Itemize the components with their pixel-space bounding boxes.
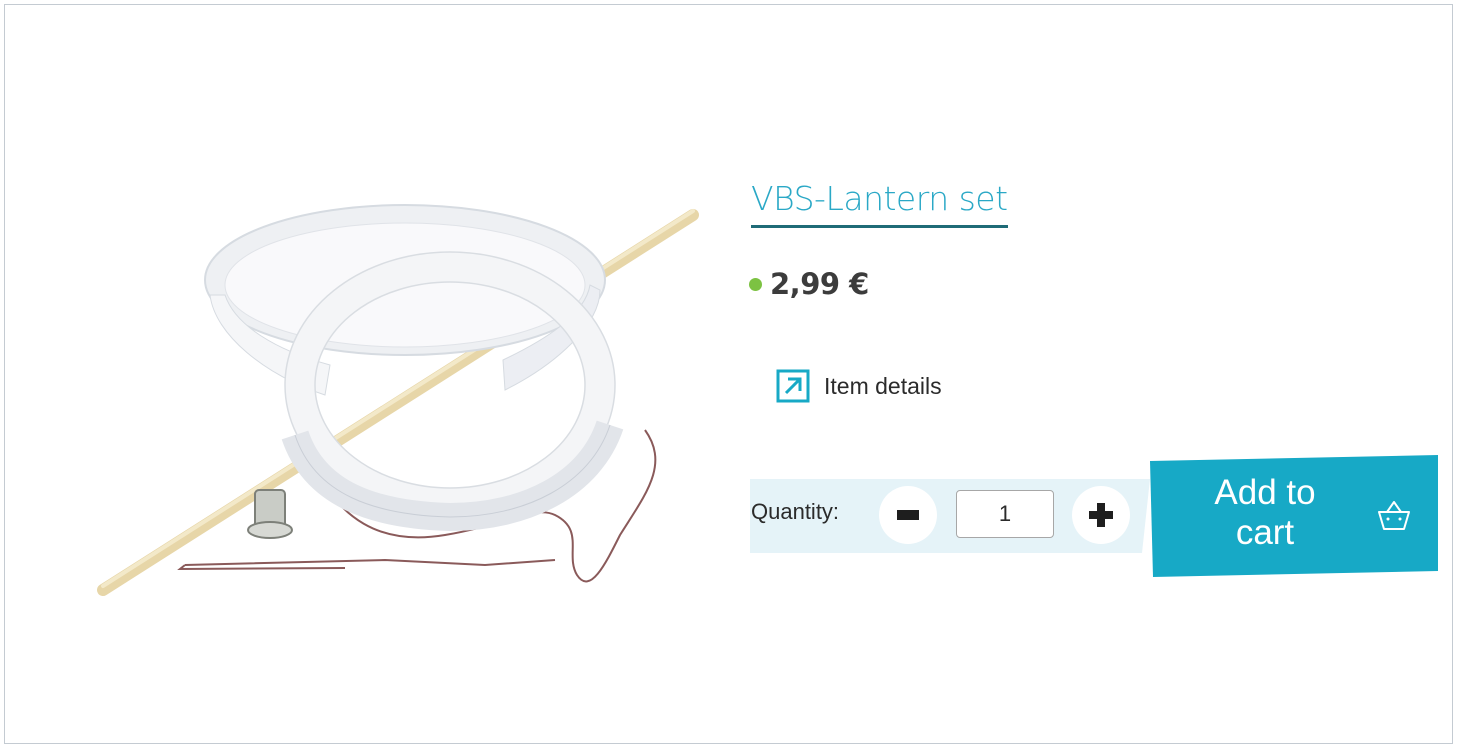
external-arrow-icon [776,369,810,403]
quantity-input[interactable] [956,490,1054,538]
add-to-cart-label: Add to cart [1214,473,1316,552]
availability-dot-icon [749,277,762,291]
price-row: 2,99 € [749,267,869,301]
product-image[interactable] [85,165,725,625]
product-price: 2,99 € [770,267,869,301]
quantity-label: Quantity: [751,499,840,524]
item-details-label: Item details [824,372,942,399]
basket-icon [1378,501,1410,530]
plus-icon [1089,503,1113,527]
item-details-link[interactable]: Item details [776,369,942,403]
quantity-increase-button[interactable] [1072,486,1130,544]
minus-icon [897,510,919,520]
quantity-decrease-button[interactable] [879,486,937,544]
add-to-cart-button[interactable]: Add to cart [1150,455,1438,577]
product-card: VBS-Lantern set 2,99 € Item details Quan… [4,4,1453,744]
product-title-link[interactable]: VBS-Lantern set [751,175,1008,228]
